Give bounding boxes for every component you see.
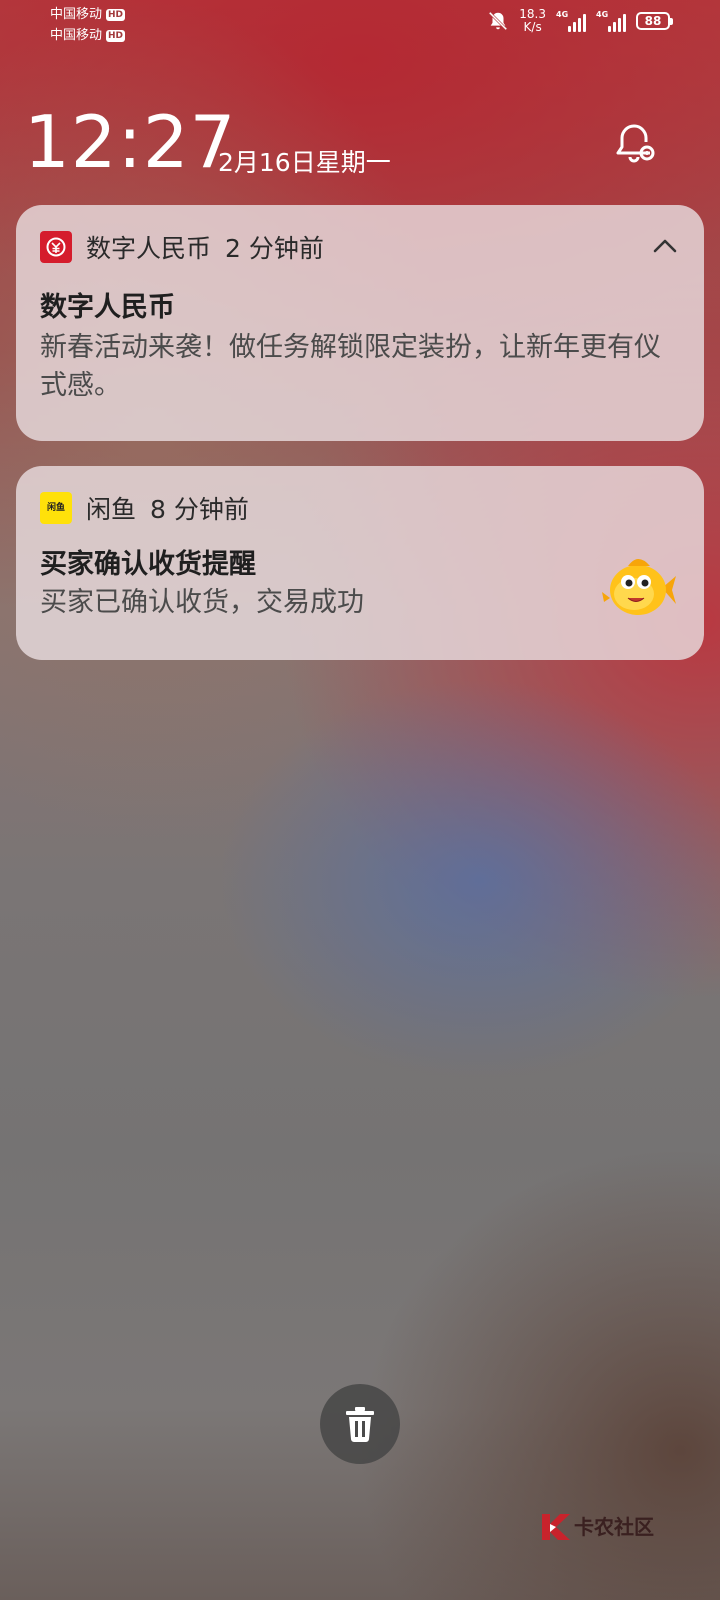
carrier-2-label: 中国移动 xyxy=(50,28,103,43)
chevron-up-icon[interactable] xyxy=(650,231,680,261)
lock-date: 2月16日星期一 xyxy=(218,148,391,177)
status-icons: 18.3 K/s 4G 4G 88 xyxy=(487,8,673,34)
clear-notifications-button[interactable] xyxy=(320,1384,400,1464)
ecny-app-icon xyxy=(40,231,72,263)
xianyu-app-icon: 闲鱼 xyxy=(40,492,72,524)
trash-icon xyxy=(346,1407,374,1442)
carrier-info: 中国移动 HD 中国移动 HD xyxy=(50,4,126,46)
carrier-1-label: 中国移动 xyxy=(50,7,103,22)
hd-badge: HD xyxy=(106,29,126,42)
lock-screen: 中国移动 HD 中国移动 HD 18.3 K/s 4G 4G 88 12:27 … xyxy=(0,0,720,1600)
fish-mascot-icon xyxy=(602,559,676,615)
notification-card-xianyu[interactable]: 闲鱼 闲鱼 8 分钟前 买家确认收货提醒 买家已确认收货，交易成功 xyxy=(16,466,704,660)
notification-title: 买家确认收货提醒 xyxy=(40,549,256,580)
notification-header: 数字人民币 2 分钟前 xyxy=(40,229,324,265)
notification-app-name: 闲鱼 xyxy=(86,495,137,524)
battery-icon: 88 xyxy=(636,12,673,30)
notification-time: 2 分钟前 xyxy=(225,234,324,263)
battery-level: 88 xyxy=(644,14,662,28)
speed-unit: K/s xyxy=(523,20,542,34)
signal-icon-2: 4G xyxy=(596,10,626,32)
watermark-text: 卡农社区 xyxy=(574,1514,654,1539)
notification-title: 数字人民币 xyxy=(40,292,175,323)
carrier-line-1: 中国移动 HD xyxy=(50,4,126,25)
signal-icon-1: 4G xyxy=(556,10,586,32)
carrier-line-2: 中国移动 HD xyxy=(50,25,126,46)
watermark: 卡农社区 xyxy=(538,1508,654,1542)
network-type-label: 4G xyxy=(596,10,609,19)
lock-clock: 12:27 xyxy=(24,100,237,184)
notification-app-name: 数字人民币 xyxy=(86,234,212,263)
notification-card-ecny[interactable]: 数字人民币 2 分钟前 数字人民币 新春活动来袭！做任务解锁限定装扮，让新年更有… xyxy=(16,205,704,441)
notification-header: 闲鱼 闲鱼 8 分钟前 xyxy=(40,490,249,526)
bell-settings-icon[interactable] xyxy=(612,120,660,168)
network-type-label: 4G xyxy=(556,10,569,19)
network-speed: 18.3 K/s xyxy=(519,8,546,34)
bell-off-icon xyxy=(489,11,508,31)
notification-body: 新春活动来袭！做任务解锁限定装扮，让新年更有仪式感。 xyxy=(40,332,661,401)
notification-time: 8 分钟前 xyxy=(150,495,249,524)
watermark-logo-icon xyxy=(542,1514,570,1540)
xianyu-icon-text: 闲鱼 xyxy=(46,503,65,513)
hd-badge: HD xyxy=(106,8,126,21)
notification-body: 买家已确认收货，交易成功 xyxy=(40,587,364,618)
